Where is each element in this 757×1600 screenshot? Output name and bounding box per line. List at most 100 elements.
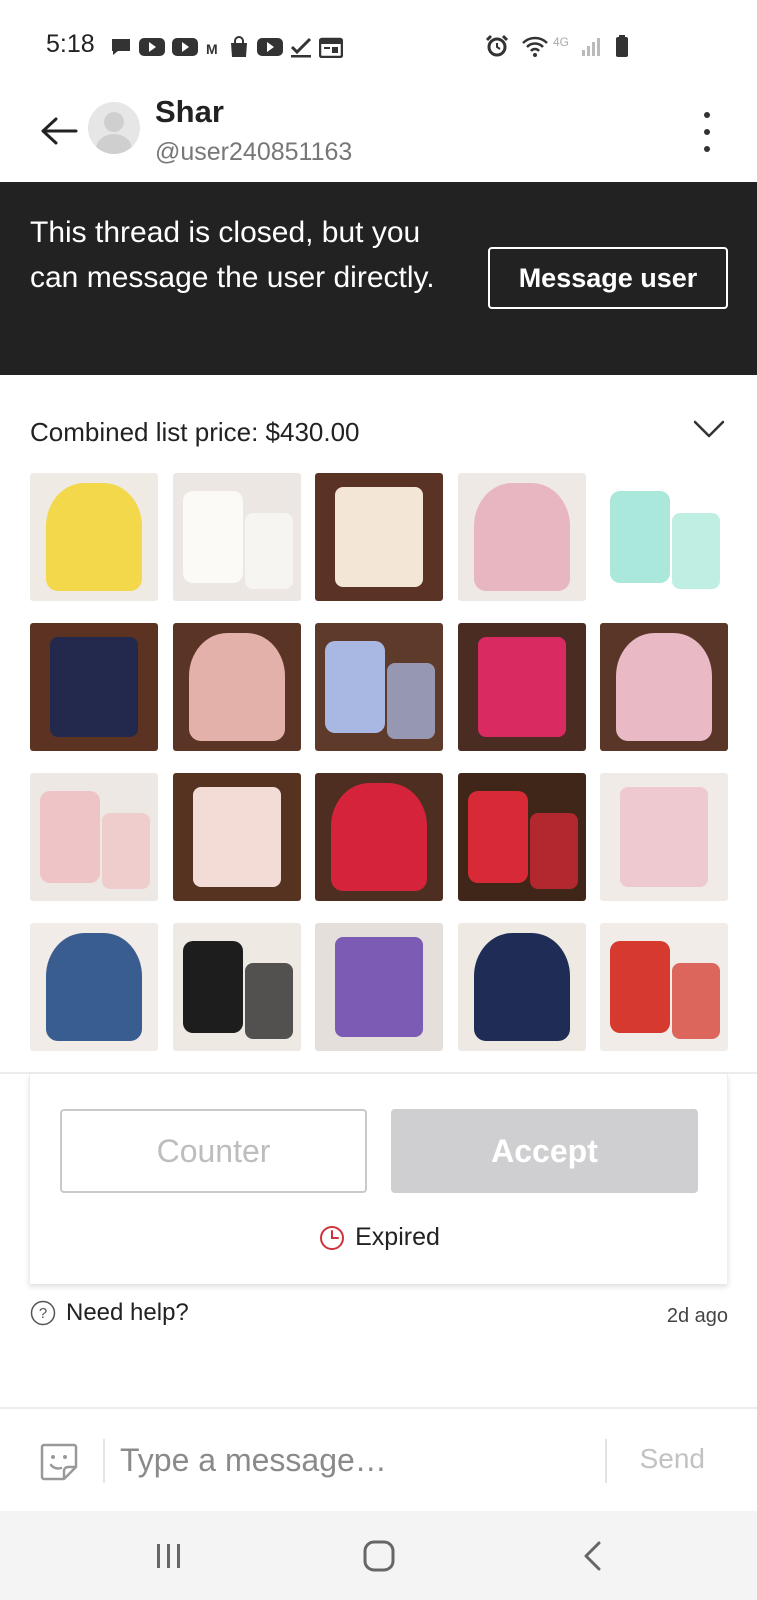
- thumbnail-garment: [672, 963, 720, 1039]
- recent-apps-icon: [157, 1544, 180, 1568]
- listing-thumbnail[interactable]: [457, 623, 586, 751]
- youtube-icon: [172, 38, 198, 56]
- user-name[interactable]: Shar: [155, 94, 224, 130]
- thumbnail-garment: [182, 941, 243, 1033]
- thumbnail-garment: [192, 787, 281, 887]
- listing-thumbnail[interactable]: [457, 773, 586, 901]
- more-options-button[interactable]: [697, 112, 717, 152]
- listing-thumbnail[interactable]: [600, 473, 728, 601]
- offer-status-label: Expired: [355, 1223, 440, 1251]
- system-icons: 4G: [485, 34, 629, 58]
- thumbnail-garment: [102, 813, 150, 889]
- thumbnail-garment: [610, 941, 670, 1033]
- listing-thumbnail[interactable]: [315, 473, 443, 601]
- thumbnail-garment: [46, 933, 142, 1041]
- thumbnail-garment: [672, 513, 720, 589]
- listing-thumbnail[interactable]: [172, 623, 301, 751]
- thumbnail-garment: [335, 937, 423, 1037]
- thumbnail-garment: [182, 491, 243, 583]
- listing-thumbnail[interactable]: [315, 773, 443, 901]
- more-vertical-icon-dot: [704, 146, 710, 152]
- thumbnail-garment: [335, 487, 423, 587]
- thumbnail-garment: [387, 663, 435, 739]
- chevron-down-icon[interactable]: [691, 414, 727, 444]
- send-button[interactable]: Send: [640, 1443, 705, 1475]
- conversation-header: Shar @user240851163: [0, 90, 757, 182]
- message-user-button[interactable]: Message user: [488, 247, 728, 309]
- thumbnail-garment: [331, 783, 427, 891]
- chevron-left-icon: [584, 1541, 601, 1571]
- listing-thumbnail[interactable]: [172, 923, 301, 1051]
- thumbnail-garment: [244, 513, 293, 589]
- svg-text:M: M: [206, 41, 218, 57]
- need-help-label: Need help?: [66, 1299, 189, 1326]
- accept-button[interactable]: Accept: [391, 1109, 698, 1193]
- thumbnail-garment: [188, 633, 285, 741]
- divider: [103, 1439, 105, 1483]
- youtube-icon: [139, 38, 165, 56]
- thumbnail-garment: [616, 633, 712, 741]
- thumbnail-garment: [46, 483, 142, 591]
- thumbnail-garment: [325, 641, 385, 733]
- thumbnail-garment: [620, 787, 708, 887]
- listing-thumbnail[interactable]: [315, 623, 443, 751]
- listing-thumbnail[interactable]: [30, 623, 158, 751]
- status-bar: 5:18 M 4G: [0, 0, 757, 90]
- help-circle-icon: ?: [30, 1300, 56, 1326]
- home-button[interactable]: [354, 1531, 404, 1581]
- counter-button[interactable]: Counter: [60, 1109, 367, 1193]
- thumbnail-garment: [529, 813, 578, 889]
- thumbnail-garment: [467, 791, 528, 883]
- clock-icon: [320, 1225, 345, 1250]
- thumbnail-garment: [50, 637, 138, 737]
- avatar-placeholder-body: [96, 134, 132, 154]
- notification-icons: M: [110, 36, 343, 58]
- shopping-bag-icon: [231, 36, 247, 57]
- more-vertical-icon: [704, 112, 710, 118]
- listing-thumbnail[interactable]: [172, 773, 301, 901]
- system-navigation-bar: [0, 1511, 757, 1600]
- combined-price-row[interactable]: Combined list price: $430.00: [30, 410, 727, 454]
- calendar-icon: [319, 37, 343, 58]
- home-icon: [363, 1540, 395, 1572]
- user-handle[interactable]: @user240851163: [155, 138, 352, 167]
- listing-thumbnail[interactable]: [600, 773, 728, 901]
- listing-thumbnail[interactable]: [30, 773, 158, 901]
- listing-thumbnail[interactable]: [600, 623, 728, 751]
- message-timestamp: 2d ago: [666, 1305, 728, 1327]
- listing-thumbnail[interactable]: [457, 473, 586, 601]
- avatar[interactable]: [88, 102, 140, 154]
- message-composer: Send: [0, 1409, 757, 1511]
- thread-closed-banner: This thread is closed, but you can messa…: [0, 182, 757, 375]
- help-row: ? Need help? 2d ago: [30, 1299, 728, 1335]
- thumbnail-garment: [473, 933, 570, 1041]
- listing-thumbnail[interactable]: [172, 473, 301, 601]
- listing-thumbnail[interactable]: [457, 923, 586, 1051]
- back-button[interactable]: [38, 110, 80, 152]
- wifi-icon: [522, 36, 548, 57]
- listing-thumbnail[interactable]: [600, 923, 728, 1051]
- signal-icon: [582, 38, 600, 56]
- recent-apps-button[interactable]: [144, 1531, 194, 1581]
- thumbnail-garment: [473, 483, 570, 591]
- thumbnail-garment: [477, 637, 566, 737]
- thumbnail-garment: [244, 963, 293, 1039]
- more-vertical-icon-dot: [704, 129, 710, 135]
- avatar-placeholder-icon: [104, 112, 124, 132]
- youtube-icon: [257, 38, 283, 56]
- sticker-icon[interactable]: [38, 1441, 80, 1483]
- listing-thumbnail[interactable]: [30, 923, 158, 1051]
- status-time: 5:18: [46, 30, 95, 58]
- thumbnail-garment: [40, 791, 100, 883]
- listing-thumbnail[interactable]: [315, 923, 443, 1051]
- chat-bubble-icon: [112, 39, 130, 55]
- system-back-button[interactable]: [568, 1531, 618, 1581]
- offer-status: Expired: [30, 1223, 729, 1252]
- listing-thumbnail[interactable]: [30, 473, 158, 601]
- message-input[interactable]: [120, 1431, 595, 1489]
- checkmark-icon: [290, 37, 312, 58]
- arrow-left-icon: [41, 117, 78, 145]
- alarm-icon: [485, 34, 509, 57]
- need-help-link[interactable]: ? Need help?: [30, 1299, 728, 1327]
- thumbnail-garment: [610, 491, 670, 583]
